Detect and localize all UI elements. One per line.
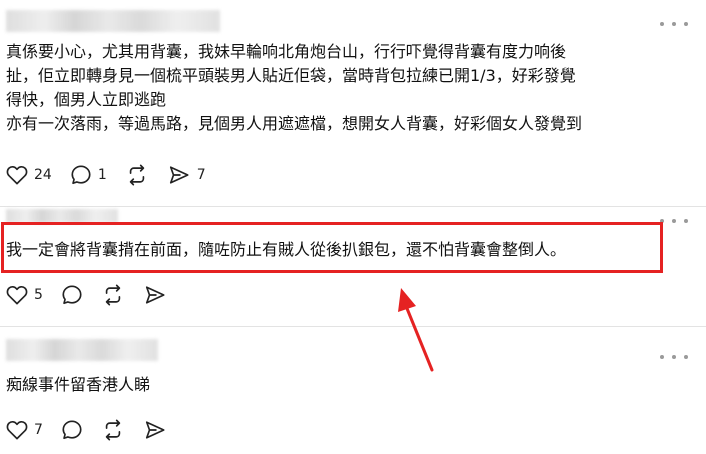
more-dots-icon[interactable] [660,215,688,227]
like-button[interactable]: 24 [6,165,52,185]
username-blurred[interactable] [6,209,118,223]
share-button[interactable] [143,419,167,441]
text-line: 扯，佢立即轉身見一個梳平頭裝男人貼近佢袋，當時背包拉練已開1/3，好彩發覺 [6,66,576,85]
comment-bubble-icon [62,420,82,440]
red-arrow-icon [398,288,434,372]
like-count: 7 [34,422,43,438]
share-button[interactable]: 7 [167,164,206,186]
username-blurred[interactable] [6,339,158,361]
username-blurred[interactable] [6,10,220,32]
post-1: 真係要小心，尤其用背囊，我妹早輪响北角炮台山，行行吓覺得背囊有度力响後 扯，佢立… [0,0,706,205]
text-line: 得快，個男人立即逃跑 [6,90,167,109]
heart-icon [6,285,28,305]
send-icon [145,286,165,304]
text-line: 痴線事件留香港人睇 [6,375,151,394]
reply-button[interactable]: 1 [70,164,107,186]
repost-button[interactable] [125,164,149,186]
comment-bubble-icon [62,285,82,305]
repost-arrows-icon [105,284,121,306]
heart-icon [6,420,28,440]
post-actions: 24 1 7 [6,162,224,188]
like-count: 5 [34,287,43,303]
send-icon [169,166,189,184]
heart-icon [6,165,28,185]
post-actions: 7 [6,417,185,443]
text-line: 亦有一次落雨，等過馬路，見個男人用遮遮檔，想開女人背囊，好彩個女人發覺到 [6,114,583,133]
share-count: 7 [196,167,206,183]
share-button[interactable] [143,284,167,306]
repost-arrows-icon [129,164,144,186]
reply-button[interactable] [61,284,83,306]
annotation-highlight-box [1,222,663,273]
post-3: 痴線事件留香港人睇 7 [0,327,706,454]
repost-arrows-icon [105,419,121,441]
post-actions: 5 [6,282,185,308]
repost-button[interactable] [101,284,125,306]
like-button[interactable]: 5 [6,285,43,305]
repost-button[interactable] [101,419,125,441]
more-dots-icon[interactable] [660,351,688,363]
like-count: 24 [34,167,52,183]
send-icon [145,421,165,439]
post-text: 真係要小心，尤其用背囊，我妹早輪响北角炮台山，行行吓覺得背囊有度力响後 扯，佢立… [6,40,692,136]
post-text: 痴線事件留香港人睇 [6,373,692,397]
reply-count: 1 [97,167,107,183]
comment-bubble-icon [71,165,91,185]
like-button[interactable]: 7 [6,420,43,440]
reply-button[interactable] [61,419,83,441]
text-line: 真係要小心，尤其用背囊，我妹早輪响北角炮台山，行行吓覺得背囊有度力响後 [6,42,567,61]
more-dots-icon[interactable] [660,18,688,30]
